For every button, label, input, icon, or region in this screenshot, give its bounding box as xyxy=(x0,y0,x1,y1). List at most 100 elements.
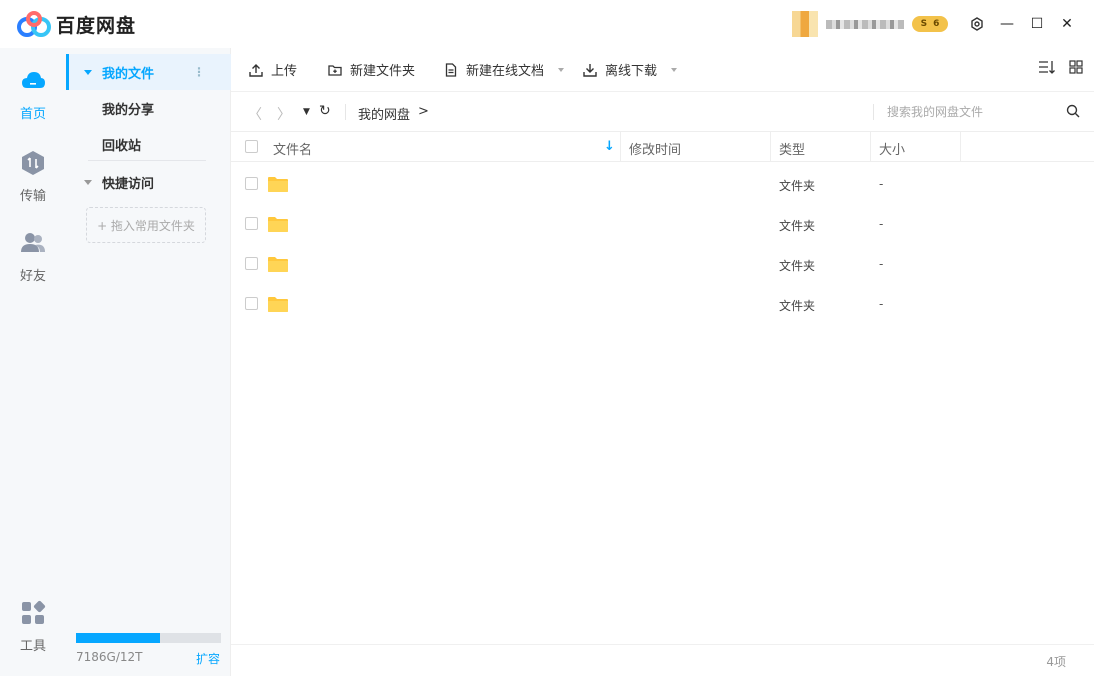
storage-quota-bar xyxy=(76,633,221,643)
download-icon xyxy=(583,63,597,77)
table-row[interactable]: 文件夹 - xyxy=(231,204,1094,244)
cell-size: - xyxy=(879,257,884,271)
panel-item-label: 回收站 xyxy=(102,138,142,154)
app-title: 百度网盘 xyxy=(56,14,137,37)
search-separator xyxy=(873,104,874,120)
storage-quota-fill xyxy=(76,633,161,643)
folder-icon xyxy=(268,217,288,232)
column-divider xyxy=(620,132,621,162)
divider xyxy=(88,160,206,161)
row-checkbox[interactable] xyxy=(245,217,258,230)
new-folder-button[interactable]: 新建文件夹 xyxy=(328,60,415,79)
column-header-name[interactable]: 文件名 xyxy=(273,139,312,158)
new-online-doc-button[interactable]: 新建在线文档 xyxy=(444,60,565,79)
storage-quota-text: 7186G/12T xyxy=(76,650,143,664)
friends-icon xyxy=(21,233,45,252)
column-header-modified[interactable]: 修改时间 xyxy=(629,139,681,158)
sort-arrow-down-icon[interactable]: ↓ xyxy=(604,139,615,154)
title-bar: 百度网盘 S 6 — ☐ ✕ xyxy=(0,0,1094,48)
cell-type: 文件夹 xyxy=(779,299,816,313)
rail-label-tools: 工具 xyxy=(19,639,46,654)
row-checkbox[interactable] xyxy=(245,297,258,310)
column-divider xyxy=(770,132,771,162)
breadcrumb-root[interactable]: 我的网盘 xyxy=(358,104,410,123)
table-row[interactable]: 文件夹 - xyxy=(231,164,1094,204)
expand-caret-icon[interactable] xyxy=(84,179,92,185)
panel-item-my-files[interactable]: 我的文件 ⋮ xyxy=(66,54,231,90)
cell-type: 文件夹 xyxy=(779,219,816,233)
cell-type: 文件夹 xyxy=(779,179,816,193)
upload-button[interactable]: 上传 xyxy=(249,60,297,79)
search-icon[interactable] xyxy=(1066,104,1080,118)
history-dropdown-icon[interactable]: ▼ xyxy=(303,107,310,117)
offline-download-button[interactable]: 离线下载 xyxy=(583,60,678,79)
column-header-size[interactable]: 大小 xyxy=(879,139,905,158)
table-row[interactable]: 文件夹 - xyxy=(231,244,1094,284)
table-row[interactable]: 文件夹 - xyxy=(231,284,1094,324)
app-logo: 百度网盘 xyxy=(16,10,136,38)
panel-item-label: 我的文件 xyxy=(102,66,155,82)
rail-label-friends: 好友 xyxy=(19,269,46,284)
path-bar: 〈 〉 ▼ ↻ 我的网盘 > xyxy=(231,92,1094,132)
breadcrumb-arrow[interactable]: > xyxy=(418,104,429,119)
row-checkbox[interactable] xyxy=(245,257,258,270)
rail-item-friends[interactable]: 好友 xyxy=(0,230,66,284)
panel-item-my-share[interactable]: 我的分享 xyxy=(66,90,231,126)
item-count: 4项 xyxy=(1046,655,1066,669)
sort-icon[interactable] xyxy=(1038,59,1056,75)
maximize-button[interactable]: ☐ xyxy=(1022,9,1052,39)
forward-arrow-icon[interactable]: 〉 xyxy=(277,104,291,124)
gear-icon xyxy=(971,17,983,31)
panel-item-quick-access[interactable]: 快捷访问 xyxy=(66,164,231,200)
row-checkbox[interactable] xyxy=(245,177,258,190)
minimize-button[interactable]: — xyxy=(992,9,1022,39)
transfer-icon xyxy=(22,151,44,175)
search-input[interactable] xyxy=(887,100,1057,124)
settings-button[interactable] xyxy=(962,9,992,39)
vip-badge[interactable]: S 6 xyxy=(912,16,948,32)
rail-label-transfer: 传输 xyxy=(19,189,46,204)
tools-icon xyxy=(22,600,46,624)
folder-icon xyxy=(268,257,288,272)
title-controls: S 6 — ☐ ✕ xyxy=(792,0,1082,48)
vip-level: 6 xyxy=(933,19,940,29)
username-blurred[interactable] xyxy=(826,19,904,29)
cell-size: - xyxy=(879,217,884,231)
dropdown-caret-icon[interactable] xyxy=(671,67,678,72)
column-header-type[interactable]: 类型 xyxy=(779,139,805,158)
dropdown-caret-icon[interactable] xyxy=(558,67,565,72)
column-divider xyxy=(960,132,961,162)
rail-item-home[interactable]: 首页 xyxy=(0,68,66,122)
nav-rail: 首页 传输 好友 工具 xyxy=(0,48,66,676)
new-folder-icon xyxy=(328,64,342,76)
avatar[interactable] xyxy=(792,11,818,37)
grid-view-icon[interactable] xyxy=(1068,59,1084,75)
table-header: 文件名 ↓ 修改时间 类型 大小 xyxy=(231,132,1094,162)
cell-type: 文件夹 xyxy=(779,259,816,273)
cloud-icon xyxy=(22,72,45,88)
document-icon xyxy=(445,62,457,77)
baidu-netdisk-logo-icon xyxy=(17,11,51,37)
new-folder-label: 新建文件夹 xyxy=(350,64,416,79)
cell-size: - xyxy=(879,177,884,191)
new-online-doc-label: 新建在线文档 xyxy=(466,64,545,79)
rail-item-tools[interactable]: 工具 xyxy=(0,600,66,654)
close-button[interactable]: ✕ xyxy=(1052,9,1082,39)
back-arrow-icon[interactable]: 〈 xyxy=(248,104,262,124)
folder-panel: 我的文件 ⋮ 我的分享 回收站 快捷访问 + 拖入常用文件夹 7186G/12T… xyxy=(66,48,231,676)
drop-zone-favorites[interactable]: + 拖入常用文件夹 xyxy=(86,207,206,243)
expand-storage-link[interactable]: 扩容 xyxy=(196,650,220,667)
expand-caret-icon[interactable] xyxy=(84,69,92,75)
folder-icon xyxy=(268,297,288,312)
more-vertical-icon[interactable]: ⋮ xyxy=(193,65,205,79)
refresh-icon[interactable]: ↻ xyxy=(319,103,331,119)
folder-icon xyxy=(268,177,288,192)
rail-item-transfer[interactable]: 传输 xyxy=(0,150,66,204)
vip-symbol: S xyxy=(920,19,928,29)
panel-item-label: 快捷访问 xyxy=(102,176,155,192)
panel-item-recycle-bin[interactable]: 回收站 xyxy=(66,126,231,162)
select-all-checkbox[interactable] xyxy=(245,140,258,153)
column-divider xyxy=(870,132,871,162)
panel-item-label: 我的分享 xyxy=(102,102,155,118)
status-bar: 4项 xyxy=(231,644,1094,676)
